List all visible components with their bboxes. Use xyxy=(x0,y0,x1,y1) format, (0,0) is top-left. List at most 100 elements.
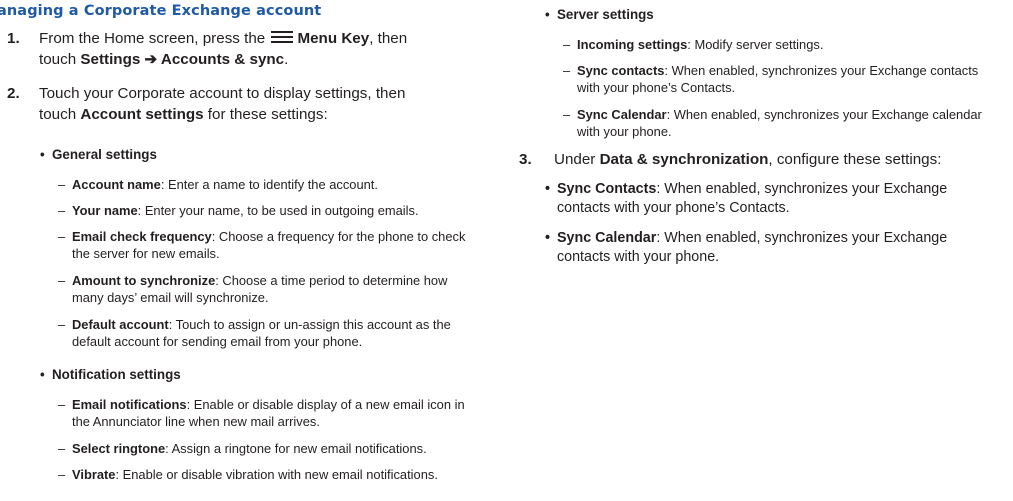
step-text: From the Home screen, press the Menu Key… xyxy=(39,29,407,70)
sub-item-default-account: – Default account: Touch to assign or un… xyxy=(58,317,498,351)
step-text-line: Touch your Corporate account to display … xyxy=(39,85,406,102)
description-continued: with your phone’s Contacts. xyxy=(577,79,736,95)
server-settings-title: • Server settings xyxy=(545,6,654,24)
term: Select ringtone xyxy=(72,441,166,456)
dash: – xyxy=(58,203,66,218)
notification-settings-title: • Notification settings xyxy=(40,366,181,384)
description: : Enter your name, to be used in outgoin… xyxy=(137,203,419,218)
step-number: 1. xyxy=(7,30,20,47)
sub-item-account-name: – Account name: Enter a name to identify… xyxy=(58,177,498,194)
description: : Enable or disable display of a new ema… xyxy=(186,397,465,412)
bullet: • xyxy=(545,230,551,246)
dash: – xyxy=(58,397,66,412)
settings-path: Settings ➔ Accounts & sync xyxy=(80,50,285,68)
sub-item-vibrate: – Vibrate: Enable or disable vibration w… xyxy=(58,467,498,484)
dash: – xyxy=(58,467,66,482)
general-settings-title: • General settings xyxy=(40,146,157,164)
description: : Modify server settings. xyxy=(687,37,824,52)
sub-item-text: Email check frequency: Choose a frequenc… xyxy=(72,229,465,262)
description-continued: the server for new emails. xyxy=(72,245,220,261)
step-text-start: From the Home screen, press the xyxy=(39,30,266,47)
description: : When enabled, synchronizes your Exchan… xyxy=(656,230,948,246)
sub-item-text: Select ringtone: Assign a ringtone for n… xyxy=(72,441,427,458)
description: : Assign a ringtone for new email notifi… xyxy=(165,441,427,456)
sub-item-text: Your name: Enter your name, to be used i… xyxy=(72,203,419,220)
step-text-start: touch xyxy=(39,50,81,68)
sub-item-text: Incoming settings: Modify server setting… xyxy=(577,37,823,54)
description: : When enabled, synchronizes your Exchan… xyxy=(656,181,948,197)
data-sync-item-contacts: • Sync Contacts: When enabled, synchroni… xyxy=(545,180,1005,220)
dash: – xyxy=(58,273,66,288)
term: Your name xyxy=(72,203,138,218)
term: Email check frequency xyxy=(72,229,212,244)
dash: – xyxy=(563,107,571,122)
term: Email notifications xyxy=(72,397,187,412)
bullet-text: Sync Contacts: When enabled, synchronize… xyxy=(557,180,947,218)
menu-key-label: Menu Key xyxy=(297,30,370,47)
term: Sync Contacts xyxy=(557,181,657,197)
dash: – xyxy=(58,317,66,332)
sub-item-sync-calendar: – Sync Calendar: When enabled, synchroni… xyxy=(563,107,1003,141)
term: Default account xyxy=(72,317,169,332)
description: : Enter a name to identify the account. xyxy=(160,177,378,192)
step-text-end: , configure these settings: xyxy=(768,151,942,168)
step-2: 2. Touch your Corporate account to displ… xyxy=(7,84,487,128)
description: : Choose a frequency for the phone to ch… xyxy=(211,229,466,244)
sub-item-your-name: – Your name: Enter your name, to be used… xyxy=(58,203,498,220)
description: : When enabled, synchronizes your Exchan… xyxy=(664,63,979,78)
step-text: Touch your Corporate account to display … xyxy=(39,84,405,125)
dash: – xyxy=(58,177,66,192)
sub-item-text: Vibrate: Enable or disable vibration wit… xyxy=(72,467,438,484)
sub-item-text: Default account: Touch to assign or un-a… xyxy=(72,317,451,350)
bullet-text: Sync Calendar: When enabled, synchronize… xyxy=(557,229,947,267)
description-continued: contacts with your phone. xyxy=(557,249,720,265)
bullet: • xyxy=(545,7,550,22)
step-1: 1. From the Home screen, press the Menu … xyxy=(7,29,487,73)
description: : When enabled, synchronizes your Exchan… xyxy=(666,107,982,122)
description-continued: default account for sending email from y… xyxy=(72,333,363,349)
sub-item-text: Account name: Enter a name to identify t… xyxy=(72,177,378,194)
term: Sync Calendar xyxy=(577,107,667,122)
step-text-start: Under xyxy=(554,151,600,168)
sub-item-text: Sync contacts: When enabled, synchronize… xyxy=(577,63,978,96)
dash: – xyxy=(58,229,66,244)
term: Sync contacts xyxy=(577,63,665,78)
step-text-end: , then xyxy=(369,30,408,47)
step-3: 3. Under Data & synchronization, configu… xyxy=(519,150,1009,172)
step-number: 3. xyxy=(519,151,532,168)
dash: – xyxy=(563,37,571,52)
data-sync-item-calendar: • Sync Calendar: When enabled, synchroni… xyxy=(545,229,1005,269)
description: : Enable or disable vibration with new e… xyxy=(115,467,438,482)
sub-item-email-check-frequency: – Email check frequency: Choose a freque… xyxy=(58,229,498,263)
sub-item-text: Email notifications: Enable or disable d… xyxy=(72,397,465,430)
bullet: • xyxy=(40,367,45,382)
step-text-start: touch xyxy=(39,105,81,123)
dash: – xyxy=(563,63,571,78)
menu-key-icon xyxy=(271,31,294,44)
sub-item-text: Sync Calendar: When enabled, synchronize… xyxy=(577,107,982,140)
term: Sync Calendar xyxy=(557,230,657,246)
description-continued: with your phone. xyxy=(577,123,672,139)
section-title-text: General settings xyxy=(52,147,157,162)
bullet: • xyxy=(40,147,45,162)
bullet: • xyxy=(545,181,551,197)
sub-item-select-ringtone: – Select ringtone: Assign a ringtone for… xyxy=(58,441,498,458)
step-number: 2. xyxy=(7,85,20,102)
term: Account name xyxy=(72,177,161,192)
section-heading: anaging a Corporate Exchange account xyxy=(0,3,322,19)
term: Incoming settings xyxy=(577,37,688,52)
sub-item-incoming-settings: – Incoming settings: Modify server setti… xyxy=(563,37,1003,54)
step-text-end: for these settings: xyxy=(203,105,328,123)
sub-item-email-notifications: – Email notifications: Enable or disable… xyxy=(58,397,498,431)
description-continued: contacts with your phone’s Contacts. xyxy=(557,200,790,216)
description: : Choose a time period to determine how xyxy=(215,273,448,288)
description-continued: many days’ email will synchronize. xyxy=(72,289,269,305)
description-continued: the Annunciator line when new mail arriv… xyxy=(72,413,320,429)
term: Vibrate xyxy=(72,467,116,482)
data-sync-label: Data & synchronization xyxy=(599,151,769,168)
section-title-text: Server settings xyxy=(557,7,654,22)
sub-item-sync-contacts: – Sync contacts: When enabled, synchroni… xyxy=(563,63,1003,97)
step-text: Under Data & synchronization, configure … xyxy=(554,150,941,171)
term: Amount to synchronize xyxy=(72,273,216,288)
sub-item-amount-to-synchronize: – Amount to synchronize: Choose a time p… xyxy=(58,273,498,307)
